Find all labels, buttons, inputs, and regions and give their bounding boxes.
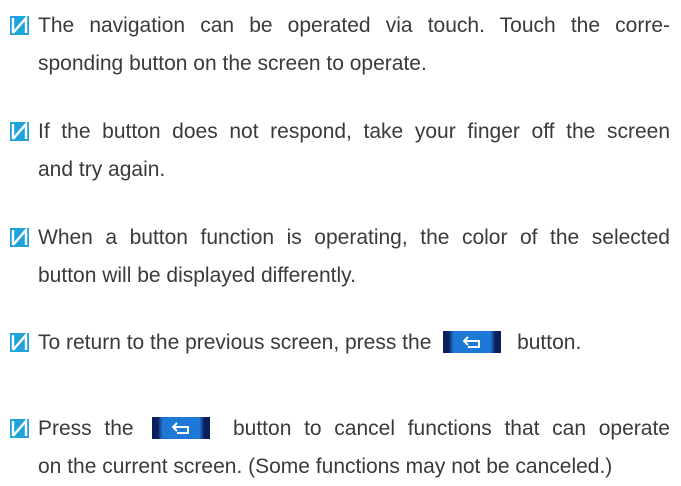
note-return-previous: To return to the previous screen, press …: [10, 324, 670, 362]
note-text: button to cancel functions that can oper…: [232, 417, 670, 440]
note-text: button.: [517, 331, 582, 354]
note-cancel-functions: Press the button to cancel functions tha…: [10, 410, 670, 486]
note-touch-operation: The navigation can be operated via touch…: [10, 7, 670, 83]
note-text: The navigation can be operated via touch…: [38, 14, 670, 37]
back-arrow-icon: [171, 422, 190, 434]
note-text: Press the: [38, 417, 134, 440]
note-button-color: When a button function is operating, the…: [10, 219, 670, 295]
back-button: [152, 417, 211, 439]
note-line: To return to the previous screen, press …: [10, 324, 670, 362]
note-bullet-icon: [10, 333, 29, 352]
back-button: [443, 331, 502, 353]
note-line: When a button function is operating, the…: [10, 219, 670, 257]
note-text: If the button does not respond, take you…: [38, 120, 670, 143]
note-text: button will be displayed differently.: [38, 264, 356, 287]
note-text: and try again.: [38, 158, 166, 181]
note-text: To return to the previous screen, press …: [38, 331, 432, 354]
note-text: When a button function is operating, the…: [38, 226, 670, 249]
note-text: sponding button on the screen to operate…: [38, 52, 427, 75]
back-arrow-icon: [462, 336, 481, 348]
note-button-not-responding: If the button does not respond, take you…: [10, 113, 670, 189]
note-bullet-icon: [10, 419, 29, 438]
note-line: If the button does not respond, take you…: [10, 113, 670, 151]
note-bullet-icon: [10, 16, 29, 35]
note-text: on the current screen. (Some functions m…: [38, 455, 613, 478]
note-bullet-icon: [10, 228, 29, 247]
note-bullet-icon: [10, 122, 29, 141]
note-line: The navigation can be operated via touch…: [10, 7, 670, 45]
note-line: Press the button to cancel functions tha…: [10, 410, 670, 448]
